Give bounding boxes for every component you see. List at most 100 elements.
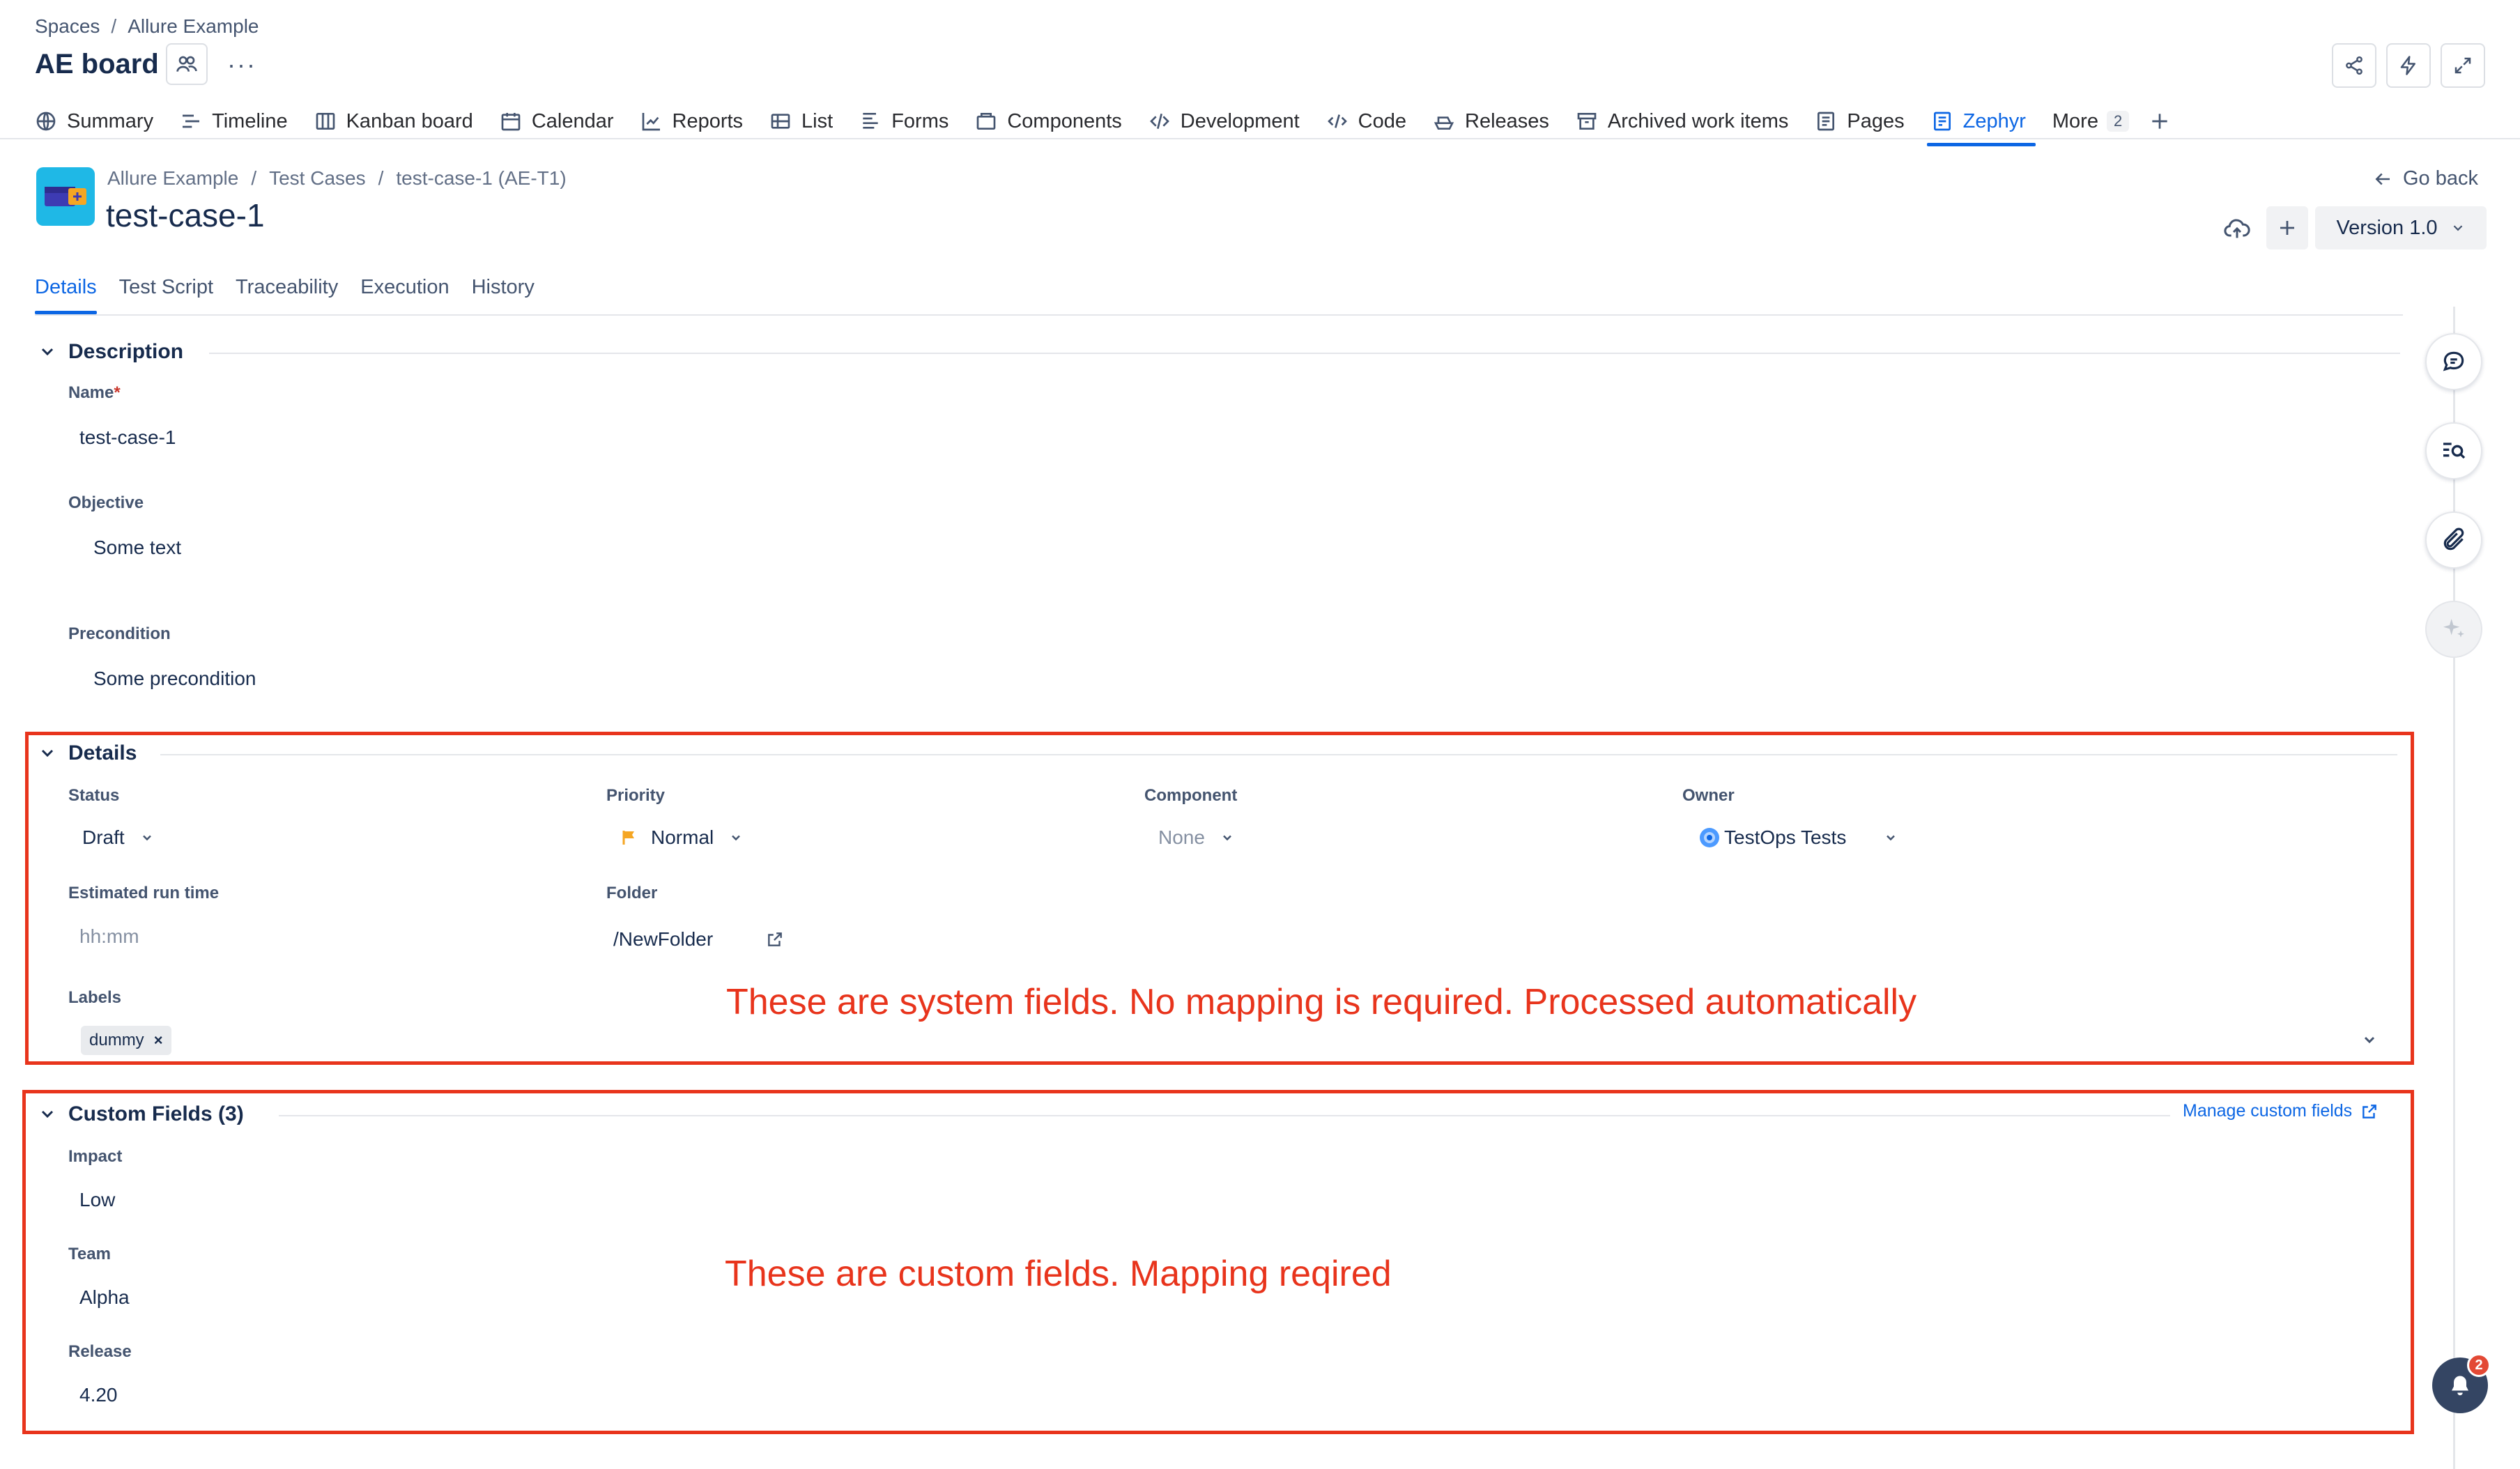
tab-history[interactable]: History bbox=[472, 276, 535, 314]
breadcrumb-test-cases[interactable]: Test Cases bbox=[269, 167, 366, 189]
tab-execution[interactable]: Execution bbox=[360, 276, 449, 314]
name-field[interactable]: test-case-1 bbox=[79, 426, 176, 449]
custom-fields-section-toggle[interactable]: Custom Fields (3) bbox=[39, 1102, 244, 1126]
share-button[interactable] bbox=[2332, 43, 2376, 88]
search-details-button[interactable] bbox=[2425, 422, 2482, 479]
tabs-divider bbox=[35, 314, 2403, 316]
nav-reports[interactable]: Reports bbox=[640, 102, 743, 141]
ai-assist-button[interactable] bbox=[2425, 601, 2482, 658]
labels-dropdown-button[interactable] bbox=[2361, 1031, 2378, 1048]
bell-icon bbox=[2448, 1373, 2473, 1398]
priority-label: Priority bbox=[606, 786, 666, 805]
comment-icon bbox=[2441, 348, 2467, 375]
estimated-run-time-label: Estimated run time bbox=[68, 884, 220, 902]
external-link-icon bbox=[2352, 1102, 2379, 1121]
remove-label-icon[interactable]: × bbox=[154, 1031, 163, 1049]
timeline-icon bbox=[180, 110, 212, 132]
external-link-icon[interactable] bbox=[766, 930, 784, 948]
tab-test-script[interactable]: Test Script bbox=[119, 276, 213, 314]
objective-label: Objective bbox=[68, 493, 144, 512]
team-button[interactable] bbox=[166, 43, 208, 85]
notifications-button[interactable]: 2 bbox=[2432, 1353, 2491, 1413]
go-back-button[interactable]: Go back bbox=[2372, 167, 2478, 190]
system-fields-annotation: These are system fields. No mapping is r… bbox=[726, 982, 1917, 1022]
nav-list[interactable]: List bbox=[769, 102, 833, 141]
attachments-button[interactable] bbox=[2425, 512, 2482, 569]
labels-label: Labels bbox=[68, 988, 122, 1007]
name-label: Name* bbox=[68, 383, 121, 402]
component-select[interactable]: None bbox=[1158, 826, 1234, 849]
space-navigation: Summary Timeline Kanban board Calendar R… bbox=[35, 102, 2181, 146]
notification-count-badge: 2 bbox=[2467, 1353, 2491, 1377]
nav-development[interactable]: Development bbox=[1148, 102, 1300, 141]
chart-icon bbox=[640, 110, 673, 132]
nav-timeline[interactable]: Timeline bbox=[180, 102, 288, 141]
status-label: Status bbox=[68, 786, 120, 805]
nav-archived-work-items[interactable]: Archived work items bbox=[1576, 102, 1788, 141]
test-case-breadcrumb: Allure Example / Test Cases / test-case-1 (A… bbox=[107, 167, 567, 189]
expand-icon bbox=[2452, 55, 2473, 76]
nav-releases[interactable]: Releases bbox=[1433, 102, 1549, 141]
more-actions-button[interactable]: ··· bbox=[227, 50, 256, 79]
chevron-down-icon bbox=[2361, 1031, 2378, 1048]
nav-summary[interactable]: Summary bbox=[35, 102, 153, 141]
list-icon bbox=[769, 110, 801, 132]
priority-select[interactable]: Normal bbox=[622, 826, 743, 849]
nav-zephyr[interactable]: Zephyr bbox=[1926, 102, 2036, 146]
folder-field[interactable]: /NewFolder bbox=[613, 928, 784, 951]
nav-kanban-board[interactable]: Kanban board bbox=[314, 102, 473, 141]
team-field[interactable]: Alpha bbox=[79, 1286, 130, 1309]
tab-details[interactable]: Details bbox=[35, 276, 97, 314]
objective-field[interactable]: Some text bbox=[93, 537, 181, 559]
release-field[interactable]: 4.20 bbox=[79, 1384, 118, 1406]
estimated-run-time-input[interactable]: hh:mm bbox=[79, 925, 139, 948]
code-icon bbox=[1326, 110, 1358, 132]
custom-fields-annotation: These are custom fields. Mapping reqired bbox=[725, 1254, 1392, 1294]
comments-button[interactable] bbox=[2425, 333, 2482, 390]
add-nav-item-button[interactable] bbox=[2149, 102, 2181, 141]
page-icon bbox=[1815, 110, 1847, 132]
nav-pages[interactable]: Pages bbox=[1815, 102, 1905, 141]
description-section-toggle[interactable]: Description bbox=[39, 340, 183, 364]
chevron-down-icon bbox=[1884, 831, 1898, 845]
breadcrumb-project[interactable]: Allure Example bbox=[107, 167, 238, 189]
avatar bbox=[1699, 827, 1720, 848]
owner-select[interactable]: TestOps Tests bbox=[1699, 826, 1898, 849]
fullscreen-button[interactable] bbox=[2441, 43, 2485, 88]
nav-forms[interactable]: Forms bbox=[859, 102, 948, 141]
precondition-field[interactable]: Some precondition bbox=[93, 668, 256, 690]
plus-icon bbox=[2149, 110, 2181, 132]
nav-more[interactable]: More 2 bbox=[2052, 102, 2130, 141]
arrow-left-icon bbox=[2372, 169, 2403, 190]
manage-custom-fields-link[interactable]: Manage custom fields bbox=[2183, 1101, 2379, 1121]
nav-components[interactable]: Components bbox=[975, 102, 1122, 141]
precondition-label: Precondition bbox=[68, 624, 171, 643]
forms-icon bbox=[859, 110, 891, 132]
details-section-toggle[interactable]: Details bbox=[39, 741, 137, 765]
share-icon bbox=[2344, 55, 2365, 76]
version-select[interactable]: Version 1.0 bbox=[2315, 206, 2487, 249]
team-label: Team bbox=[68, 1245, 111, 1263]
impact-field[interactable]: Low bbox=[79, 1189, 115, 1211]
development-icon bbox=[1148, 110, 1181, 132]
custom-fields-divider bbox=[279, 1115, 2170, 1116]
add-version-button[interactable] bbox=[2266, 206, 2308, 249]
nav-code[interactable]: Code bbox=[1326, 102, 1406, 141]
component-label: Component bbox=[1144, 786, 1238, 805]
board-title: AE board bbox=[35, 49, 159, 79]
people-icon bbox=[176, 53, 198, 75]
chevron-down-icon bbox=[2438, 220, 2466, 236]
upload-button[interactable] bbox=[2216, 209, 2258, 248]
breadcrumb-spaces[interactable]: Spaces bbox=[35, 15, 100, 37]
space-breadcrumb: Spaces / Allure Example bbox=[35, 15, 259, 37]
chevron-down-icon bbox=[39, 745, 68, 762]
breadcrumb-allure-example[interactable]: Allure Example bbox=[128, 15, 259, 37]
nav-calendar[interactable]: Calendar bbox=[500, 102, 614, 141]
details-divider bbox=[160, 754, 2397, 755]
tab-traceability[interactable]: Traceability bbox=[236, 276, 338, 314]
automation-button[interactable] bbox=[2386, 43, 2431, 88]
status-select[interactable]: Draft bbox=[82, 826, 154, 849]
flag-icon bbox=[622, 829, 637, 846]
zephyr-icon bbox=[1931, 110, 1963, 132]
breadcrumb-test-case[interactable]: test-case-1 (AE-T1) bbox=[396, 167, 566, 189]
